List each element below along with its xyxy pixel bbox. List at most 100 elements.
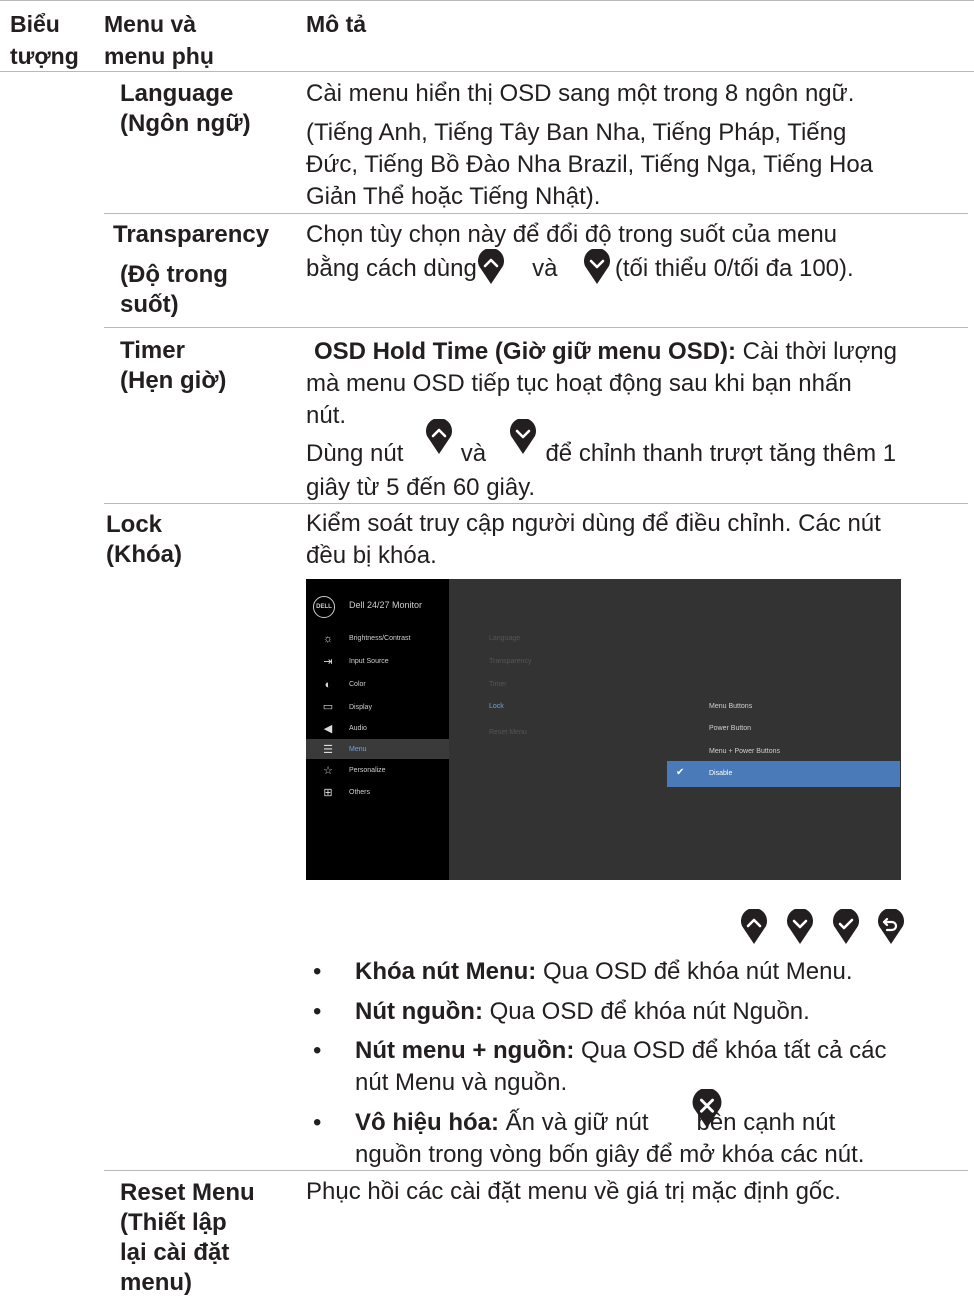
menu-reset-line2: (Thiết lập xyxy=(120,1209,227,1236)
bullet-menu-power: Nút menu + nguồn: Qua OSD để khóa tất cả… xyxy=(355,1035,886,1099)
desc-timer-2: mà menu OSD tiếp tục hoạt động sau khi b… xyxy=(306,368,852,432)
bullet-menu-buttons: Khóa nút Menu: Qua OSD để khóa nút Menu. xyxy=(355,956,853,988)
desc-lock-line2: đều bị khóa. xyxy=(306,542,437,569)
desc-language-2: (Tiếng Anh, Tiếng Tây Ban Nha, Tiếng Phá… xyxy=(306,117,873,213)
back-icon xyxy=(878,909,904,944)
row-rule-transparency xyxy=(104,327,968,328)
desc-timer-1: OSD Hold Time (Giờ giữ menu OSD): Cài th… xyxy=(306,336,897,368)
osd-sub-item[interactable]: Timer xyxy=(489,681,507,688)
menu-language: Language (Ngôn ngữ) xyxy=(120,79,251,139)
header-icon-col: Biểu tượng xyxy=(10,8,79,72)
bullet-dot: • xyxy=(313,1109,322,1136)
menu-timer: Timer (Hẹn giờ) xyxy=(120,336,226,396)
osd-side-item[interactable]: Brightness/Contrast xyxy=(349,635,410,642)
down-icon xyxy=(787,909,813,944)
osd-option[interactable]: Power Button xyxy=(709,725,751,732)
bullet-disable: Vô hiệu hóa: Ấn và giữ nút bên cạnh nút n… xyxy=(355,1107,864,1171)
desc-language-1: Cài menu hiển thị OSD sang một trong 8 n… xyxy=(306,80,855,107)
header-menu-col: Menu và menu phụ xyxy=(104,8,214,72)
osd-side-item[interactable]: Input Source xyxy=(349,658,389,665)
menu-reset: Reset Menu (Thiết lập lại cài đặt menu) xyxy=(120,1178,255,1298)
osd-sidebar: DELL Dell 24/27 Monitor ☼ Brightness/Con… xyxy=(306,579,449,880)
desc-timer-and: và xyxy=(460,440,487,467)
menu-language-line1: Language xyxy=(120,80,234,107)
bullet-text: Qua OSD để khóa nút Menu. xyxy=(536,958,853,985)
osd-title: Dell 24/27 Monitor xyxy=(349,600,423,610)
menu-language-line2: (Ngôn ngữ) xyxy=(120,110,251,137)
osd-sub-item[interactable]: Language xyxy=(489,635,520,642)
up-icon xyxy=(478,249,504,284)
header-menu-line2: menu phụ xyxy=(104,43,214,69)
display-icon: ▭ xyxy=(322,701,334,713)
bullet-text: Qua OSD để khóa tất cả các xyxy=(574,1037,887,1064)
up-icon xyxy=(426,419,452,454)
osd-main-panel: Language Transparency Timer Lock Reset M… xyxy=(449,579,901,880)
desc-language-2-line2: Đức, Tiếng Bồ Đào Nha Brazil, Tiếng Nga,… xyxy=(306,151,874,178)
desc-transparency-2: bằng cách dùng và (tối thiểu 0/tối đa 10… xyxy=(306,253,854,285)
header-desc-col: Mô tả xyxy=(306,11,367,37)
osd-side-item-active[interactable]: Menu xyxy=(349,746,367,753)
desc-transparency-and: và xyxy=(532,255,558,282)
bullet-text-line2: nút Menu và nguồn. xyxy=(355,1069,568,1096)
menu-reset-line3: lại cài đặt xyxy=(120,1239,230,1266)
bullet-bold: Vô hiệu hóa: xyxy=(355,1109,499,1136)
desc-language-2-line1: (Tiếng Anh, Tiếng Tây Ban Nha, Tiếng Phá… xyxy=(306,119,847,146)
osd-option[interactable]: Menu + Power Buttons xyxy=(709,748,780,755)
top-rule xyxy=(0,0,974,1)
osd-option[interactable]: Menu Buttons xyxy=(709,703,752,710)
osd-option-label: Disable xyxy=(709,770,733,777)
up-icon xyxy=(741,909,767,944)
check-icon xyxy=(833,909,859,944)
osd-option-selected[interactable]: ✔ Disable xyxy=(667,761,900,787)
desc-timer-rest: Cài thời lượng xyxy=(736,338,897,365)
menu-reset-line1: Reset Menu xyxy=(120,1179,255,1206)
close-icon xyxy=(692,1089,722,1128)
menu-transparency-title: Transparency xyxy=(113,221,270,248)
osd-sub-item-active[interactable]: Lock xyxy=(489,703,504,710)
row-rule-lock xyxy=(104,1170,968,1171)
color-icon: ◐ xyxy=(324,679,332,691)
bullet-bold: Nút menu + nguồn: xyxy=(355,1037,575,1064)
bullet-dot: • xyxy=(313,1037,322,1064)
osd-side-item[interactable]: Personalize xyxy=(349,767,386,774)
header-icon-line1: Biểu xyxy=(10,11,60,37)
down-icon xyxy=(584,249,610,284)
input-source-icon: ⇥ xyxy=(323,656,333,668)
header-icon-line2: tượng xyxy=(10,43,79,69)
menu-reset-line4: menu) xyxy=(120,1269,192,1296)
osd-side-item[interactable]: Color xyxy=(349,681,366,688)
bullet-bold: Khóa nút Menu: xyxy=(355,958,537,985)
header-menu-line1: Menu và xyxy=(104,11,197,37)
bullet-dot: • xyxy=(313,958,322,985)
bullet-dot: • xyxy=(313,998,322,1025)
bullet-bold: Nút nguồn: xyxy=(355,998,483,1025)
desc-transparency-post: (tối thiểu 0/tối đa 100). xyxy=(614,255,854,282)
menu-transparency-line3: suốt) xyxy=(120,291,179,318)
osd-side-item[interactable]: Display xyxy=(349,704,372,711)
menu-transparency-sub: (Độ trong suốt) xyxy=(120,260,228,320)
desc-timer-post: để chỉnh thanh trượt tăng thêm 1 xyxy=(545,440,897,467)
brightness-icon: ☼ xyxy=(322,633,334,645)
desc-timer-line2: mà menu OSD tiếp tục hoạt động sau khi b… xyxy=(306,370,852,397)
audio-icon: ◀ xyxy=(323,723,333,735)
osd-side-item[interactable]: Others xyxy=(349,789,370,796)
menu-timer-line2: (Hẹn giờ) xyxy=(120,367,227,394)
desc-timer-3: Dùng nút và để chỉnh thanh trượt tăng th… xyxy=(306,438,896,470)
osd-sub-item[interactable]: Transparency xyxy=(489,658,532,665)
osd-side-item[interactable]: Audio xyxy=(349,725,367,732)
row-rule-language xyxy=(104,213,968,214)
bullet-text-line2: nguồn trong vòng bốn giây để mở khóa các… xyxy=(355,1141,865,1168)
down-icon xyxy=(510,419,536,454)
desc-timer-bold: OSD Hold Time (Giờ giữ menu OSD): xyxy=(314,338,737,365)
personalize-icon: ☆ xyxy=(323,765,333,777)
menu-transparency-line2: (Độ trong xyxy=(120,261,228,288)
menu-timer-line1: Timer xyxy=(120,337,185,364)
menu-lock: Lock (Khóa) xyxy=(106,510,182,570)
menu-icon: ☰ xyxy=(323,744,333,756)
desc-timer-line3: nút. xyxy=(306,402,347,429)
desc-lock-line1: Kiểm soát truy cập người dùng để điều ch… xyxy=(306,510,881,537)
row-rule-timer xyxy=(104,503,968,504)
osd-sub-item[interactable]: Reset Menu xyxy=(489,729,527,736)
bullet-text: Ấn và giữ nút xyxy=(499,1109,649,1136)
desc-transparency-pre: bằng cách dùng xyxy=(306,255,477,282)
